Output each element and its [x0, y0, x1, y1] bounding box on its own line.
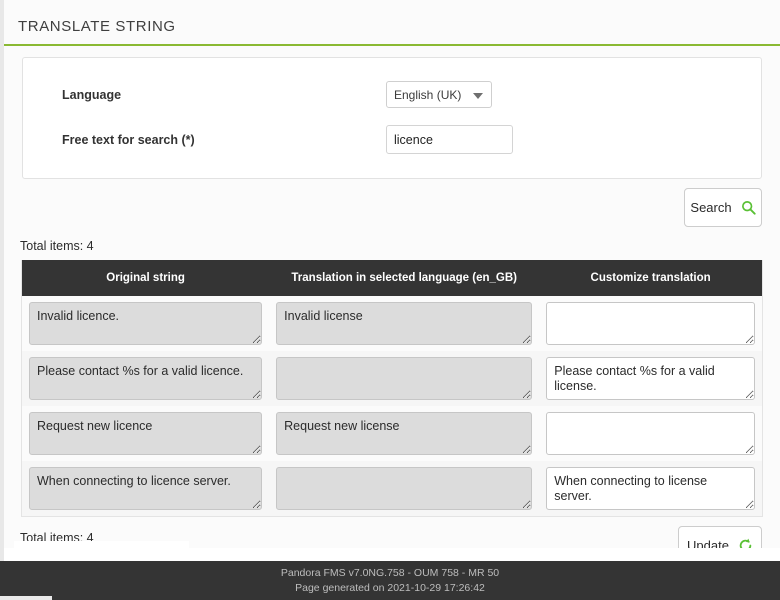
table-header-row: Original string Translation in selected …	[22, 260, 762, 296]
search-icon	[741, 200, 756, 215]
customize-translation-textarea[interactable]: When connecting to license server.	[546, 467, 755, 510]
page-footer: Pandora FMS v7.0NG.758 - OUM 758 - MR 50…	[0, 561, 780, 600]
footer-version: Pandora FMS v7.0NG.758 - OUM 758 - MR 50	[280, 567, 500, 579]
table-row: Invalid licence. Invalid license	[22, 296, 762, 351]
table-cell: Invalid license	[269, 296, 540, 351]
customize-translation-textarea[interactable]	[546, 302, 755, 345]
translation-textarea[interactable]: Request new license	[276, 412, 533, 455]
table-cell: When connecting to license server.	[539, 461, 762, 516]
translation-textarea[interactable]: Invalid license	[276, 302, 533, 345]
search-button-label: Search	[690, 200, 732, 215]
filter-panel: Language English (UK) Free text for sear…	[22, 57, 762, 179]
table-cell	[269, 461, 540, 516]
table-cell: Please contact %s for a valid licence.	[22, 351, 270, 406]
table-cell	[269, 351, 540, 406]
original-string-textarea[interactable]: Invalid licence.	[29, 302, 263, 345]
column-header-original: Original string	[22, 260, 270, 296]
free-text-label: Free text for search (*)	[62, 132, 195, 147]
bottom-white-band	[4, 548, 780, 561]
table-cell: Invalid licence.	[22, 296, 270, 351]
table-row: Request new licence Request new license	[22, 406, 762, 461]
customize-translation-textarea[interactable]: Please contact %s for a valid license.	[546, 357, 755, 400]
free-text-row: Free text for search (*)	[41, 117, 743, 162]
left-edge-strip	[0, 0, 4, 600]
search-button[interactable]: Search	[684, 188, 762, 227]
translations-table-wrapper: Original string Translation in selected …	[21, 260, 763, 517]
table-cell	[539, 406, 762, 461]
page-root: TRANSLATE STRING Language English (UK) F…	[0, 0, 780, 600]
table-cell	[539, 296, 762, 351]
translation-textarea[interactable]	[276, 357, 533, 400]
table-cell: Request new licence	[22, 406, 270, 461]
page-title: TRANSLATE STRING	[18, 18, 176, 35]
original-string-textarea[interactable]: Please contact %s for a valid licence.	[29, 357, 263, 400]
column-header-translation: Translation in selected language (en_GB)	[269, 260, 540, 296]
customize-translation-textarea[interactable]	[546, 412, 755, 455]
language-label: Language	[62, 87, 122, 102]
table-cell: Please contact %s for a valid license.	[539, 351, 762, 406]
original-string-textarea[interactable]: Request new licence	[29, 412, 263, 455]
page-content: TRANSLATE STRING Language English (UK) F…	[4, 0, 780, 600]
footer-left-strip	[0, 596, 52, 600]
language-row: Language English (UK)	[41, 72, 743, 117]
footer-generated: Page generated on 2021-10-29 17:26:42	[295, 582, 485, 594]
table-cell: Request new license	[269, 406, 540, 461]
column-header-customize: Customize translation	[539, 260, 762, 296]
original-string-textarea[interactable]: When connecting to licence server.	[29, 467, 263, 510]
language-select[interactable]: English (UK)	[386, 81, 492, 108]
translation-textarea[interactable]	[276, 467, 533, 510]
search-button-bar: Search	[4, 179, 780, 227]
language-select-wrapper: English (UK)	[386, 81, 492, 108]
table-row: When connecting to licence server. When c…	[22, 461, 762, 516]
table-cell: When connecting to licence server.	[22, 461, 270, 516]
free-text-search-input[interactable]	[386, 125, 513, 154]
table-row: Please contact %s for a valid licence. Pl…	[22, 351, 762, 406]
page-header: TRANSLATE STRING	[4, 0, 780, 46]
table-head: Original string Translation in selected …	[22, 260, 762, 296]
table-body: Invalid licence. Invalid license Please co…	[22, 296, 762, 516]
total-items-top: Total items: 4	[20, 239, 94, 253]
translations-table: Original string Translation in selected …	[22, 260, 762, 516]
